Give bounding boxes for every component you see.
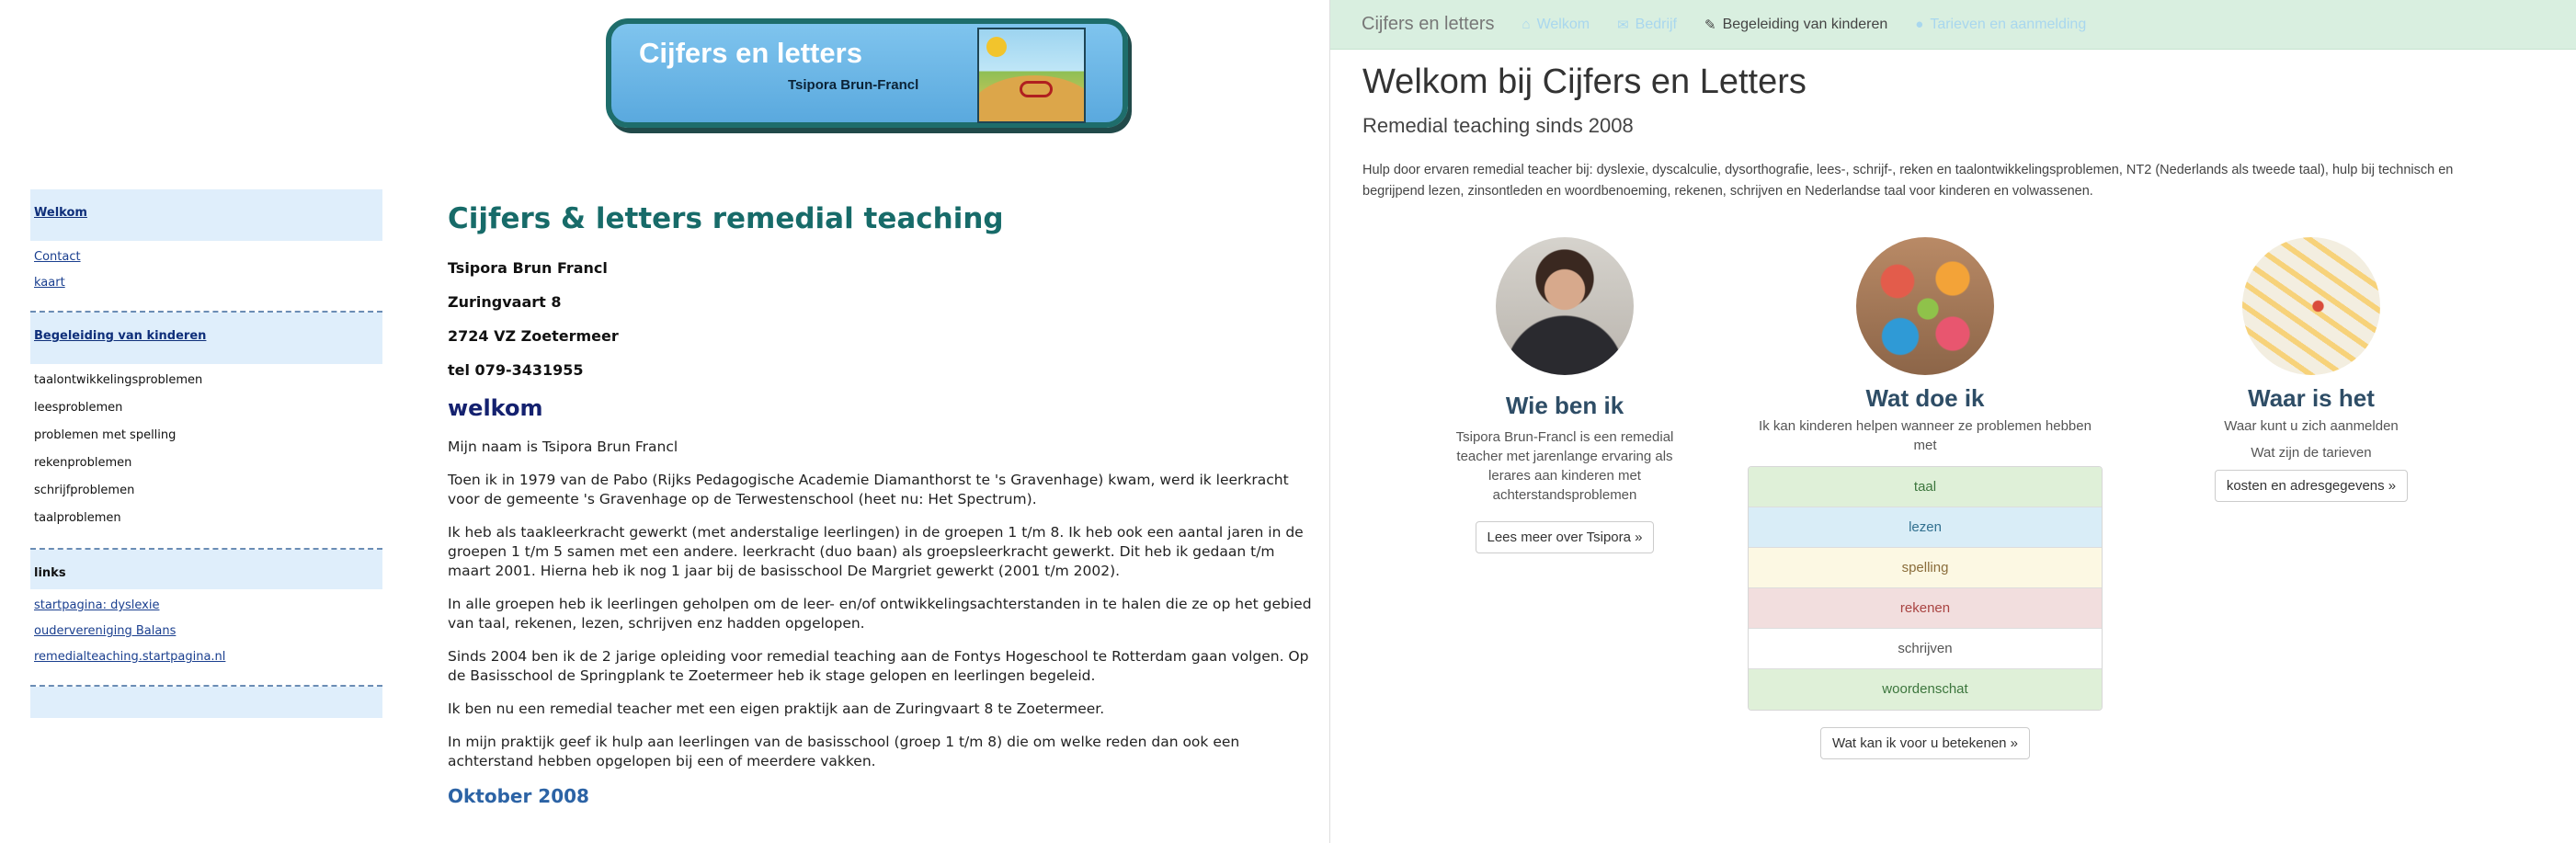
old-site-screenshot: Cijfers en letters Tsipora Brun-Francl W… <box>0 0 1329 843</box>
sun-illustration <box>986 37 1007 57</box>
column-what-text: Ik kan kinderen helpen wanneer ze proble… <box>1759 418 2092 453</box>
list-item-schrijven[interactable]: schrijven <box>1749 629 2102 669</box>
read-more-button[interactable]: Lees meer over Tsipora » <box>1475 521 1655 553</box>
banner-subtitle: Tsipora Brun-Francl <box>788 77 919 93</box>
groups-paragraph: In alle groepen heb ik leerlingen geholp… <box>448 596 1312 632</box>
sidebar-section-problems: taalontwikkelingsproblemen leesproblemen… <box>30 364 382 544</box>
intro-paragraph: Mijn naam is Tsipora Brun Francl <box>448 439 678 455</box>
page-title: Cijfers & letters remedial teaching <box>448 202 1004 235</box>
nav-label: Tarieven en aanmelding <box>1930 16 2087 32</box>
site-banner: Cijfers en letters Tsipora Brun-Francl <box>606 18 1128 128</box>
pencil-icon: ✎ <box>1704 17 1716 33</box>
banner-title: Cijfers en letters <box>639 37 862 69</box>
history-paragraph: Toen ik in 1979 van de Pabo (Rijks Pedag… <box>448 472 1289 507</box>
sidebar-link-contact[interactable]: Contact <box>34 250 381 264</box>
sidebar-item-taalontwikkeling[interactable]: taalontwikkelingsproblemen <box>34 373 381 387</box>
sidebar-link-begeleiding[interactable]: Begeleiding van kinderen <box>34 329 381 343</box>
what-can-i-do-button[interactable]: Wat kan ik voor u betekenen » <box>1819 727 2031 759</box>
map-photo <box>2242 237 2380 375</box>
sidebar-section-links: links <box>30 550 382 589</box>
hero-description: Hulp door ervaren remedial teacher bij: … <box>1362 163 2454 199</box>
nav-item-bedrijf[interactable]: ✉ Bedrijf <box>1617 17 1677 33</box>
sidebar-link-kaart[interactable]: kaart <box>34 276 381 290</box>
help-paragraph: In mijn praktijk geef ik hulp aan leerli… <box>448 734 1240 769</box>
new-site-screenshot: Cijfers en letters ⌂ Welkom ✉ Bedrijf ✎ … <box>1329 0 2576 843</box>
address-city: 2724 VZ Zoetermeer <box>448 327 619 345</box>
costs-button[interactable]: kosten en adresgegevens » <box>2214 470 2409 502</box>
column-who: Wie ben ik Tsipora Brun-Francl is een re… <box>1441 237 1689 553</box>
hero-title: Welkom bij Cijfers en Letters <box>1362 63 1807 101</box>
sidebar-item-spelling[interactable]: problemen met spelling <box>34 428 381 442</box>
sidebar-item-leesproblemen[interactable]: leesproblemen <box>34 401 381 415</box>
column-where-text: Waar kunt u zich aanmelden <box>2224 418 2399 434</box>
training-paragraph: Sinds 2004 ben ik de 2 jarige opleiding … <box>448 648 1309 684</box>
home-icon: ⌂ <box>1522 17 1531 32</box>
bicycle-illustration <box>1020 81 1053 97</box>
sidebar-section-general: Contact kaart <box>30 241 382 307</box>
welcome-heading: welkom <box>448 395 543 421</box>
hero-subtitle: Remedial teaching sinds 2008 <box>1362 114 1634 137</box>
practice-paragraph: Ik ben nu een remedial teacher met een e… <box>448 701 1105 717</box>
sidebar-nav: Welkom Contact kaart Begeleiding van kin… <box>30 189 382 718</box>
sidebar-item-rekenproblemen[interactable]: rekenproblemen <box>34 456 381 470</box>
address-street: Zuringvaart 8 <box>448 293 562 311</box>
list-item-taal[interactable]: taal <box>1749 467 2102 507</box>
nav-label: Begeleiding van kinderen <box>1722 16 1888 32</box>
sidebar-section-begeleiding: Begeleiding van kinderen <box>30 313 382 364</box>
column-what: Wat doe ik Ik kan kinderen helpen wannee… <box>1748 237 2103 759</box>
column-who-text: Tsipora Brun-Francl is een remedial teac… <box>1455 429 1674 503</box>
column-what-heading: Wat doe ik <box>1865 384 1985 412</box>
navbar-brand[interactable]: Cijfers en letters <box>1362 14 1495 35</box>
main-content: Cijfers & letters remedial teaching Tsip… <box>448 202 1312 807</box>
sidebar-section-external: startpagina: dyslexie oudervereniging Ba… <box>30 589 382 681</box>
bookmark-icon: ✉ <box>1617 17 1629 33</box>
sidebar-links-heading: links <box>34 566 66 580</box>
nav-label: Welkom <box>1536 16 1590 32</box>
sidebar-item-taalproblemen[interactable]: taalproblemen <box>34 511 381 525</box>
nav-item-begeleiding[interactable]: ✎ Begeleiding van kinderen <box>1704 17 1887 33</box>
address-phone: tel 079-3431955 <box>448 361 584 379</box>
nav-label: Bedrijf <box>1635 16 1677 32</box>
list-item-rekenen[interactable]: rekenen <box>1749 588 2102 629</box>
top-navbar: Cijfers en letters ⌂ Welkom ✉ Bedrijf ✎ … <box>1330 0 2576 50</box>
nav-item-tarieven[interactable]: ● Tarieven en aanmelding <box>1915 17 2086 33</box>
list-item-spelling[interactable]: spelling <box>1749 548 2102 588</box>
column-who-heading: Wie ben ik <box>1505 392 1624 419</box>
sidebar-footer <box>30 687 382 718</box>
sidebar-link-remedialteaching[interactable]: remedialteaching.startpagina.nl <box>34 650 381 664</box>
plates-photo <box>1856 237 1994 375</box>
sidebar-item-schrijfproblemen[interactable]: schrijfproblemen <box>34 484 381 497</box>
list-item-woordenschat[interactable]: woordenschat <box>1749 669 2102 710</box>
sidebar-link-welkom[interactable]: Welkom <box>34 206 381 220</box>
experience-paragraph: Ik heb als taakleerkracht gewerkt (met a… <box>448 524 1304 579</box>
column-where-heading: Waar is het <box>2248 384 2375 412</box>
nav-item-welkom[interactable]: ⌂ Welkom <box>1522 17 1590 33</box>
subject-list: taal lezen spelling rekenen schrijven wo… <box>1748 466 2103 711</box>
list-item-lezen[interactable]: lezen <box>1749 507 2102 548</box>
sidebar-link-dyslexie[interactable]: startpagina: dyslexie <box>34 598 381 612</box>
portrait-photo <box>1496 237 1634 375</box>
banner-illustration <box>977 28 1086 123</box>
sidebar-section-welkom: Welkom <box>30 189 382 241</box>
sidebar-link-balans[interactable]: oudervereniging Balans <box>34 624 381 638</box>
date-subheading: Oktober 2008 <box>448 785 589 807</box>
address-name: Tsipora Brun Francl <box>448 259 608 277</box>
column-where: Waar is het Waar kunt u zich aanmelden W… <box>2178 237 2445 502</box>
user-icon: ● <box>1915 17 1924 32</box>
column-where-text2: Wat zijn de tarieven <box>2251 445 2372 461</box>
